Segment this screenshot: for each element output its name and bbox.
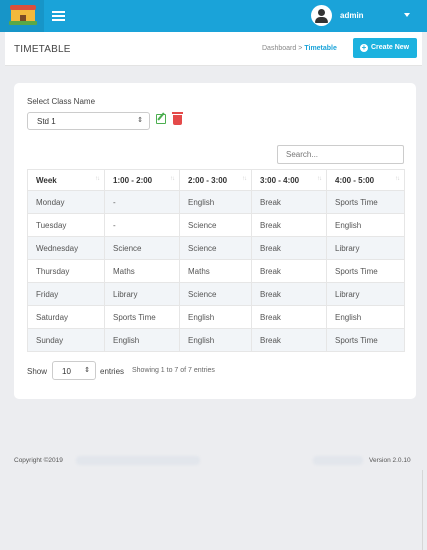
col-header-slot-2[interactable]: 2:00 - 3:00 ↑↓ [179, 169, 252, 191]
table-row: Friday Library Science Break Library [27, 282, 405, 306]
table-cell: English [326, 213, 405, 237]
table-cell: Sports Time [104, 305, 180, 329]
create-new-label: Create New [371, 44, 410, 51]
table-cell: Library [326, 236, 405, 260]
table-cell: Break [251, 282, 327, 306]
class-select-value: Std 1 [37, 117, 56, 126]
menu-toggle-icon[interactable] [52, 11, 65, 21]
page-title: TIMETABLE [14, 44, 71, 55]
table-cell: English [104, 328, 180, 352]
table-cell: Library [104, 282, 180, 306]
table-cell: English [326, 305, 405, 329]
entries-label: entries [100, 367, 125, 376]
table-cell: Sports Time [326, 190, 405, 214]
table-row: Saturday Sports Time English Break Engli… [27, 305, 405, 329]
table-cell: English [179, 190, 252, 214]
plus-circle-icon: + [360, 43, 368, 52]
footer-copyright: Copyright ©2019 [14, 457, 63, 464]
class-select-label: Select Class Name [27, 97, 96, 106]
table-cell: Science [179, 236, 252, 260]
table-cell: Break [251, 236, 327, 260]
table-cell: Break [251, 190, 327, 214]
blurred-footer-text [313, 456, 363, 465]
table-cell: English [179, 328, 252, 352]
sort-icon: ↑↓ [170, 176, 175, 182]
class-select[interactable]: Std 1 ⇕ [27, 112, 150, 130]
updown-arrows-icon: ⇕ [137, 117, 143, 124]
top-navbar: admin [0, 0, 427, 32]
table-cell: Wednesday [27, 236, 105, 260]
page-length-select[interactable]: 10 ⇕ [52, 361, 96, 380]
table-cell: Science [179, 282, 252, 306]
table-cell: Break [251, 328, 327, 352]
search-input[interactable] [277, 145, 404, 164]
col-header-week[interactable]: Week ↑↓ [27, 169, 105, 191]
avatar-body [315, 17, 328, 23]
table-cell: Break [251, 259, 327, 283]
table-cell: Friday [27, 282, 105, 306]
school-logo[interactable] [0, 0, 44, 32]
table-row: Sunday English English Break Sports Time [27, 328, 405, 352]
table-info: Showing 1 to 7 of 7 entries [132, 367, 215, 374]
page-header: TIMETABLE Dashboard > Timetable + Create N… [5, 32, 422, 66]
footer-version: Version 2.0.10 [369, 457, 411, 464]
sort-icon: ↑↓ [395, 176, 400, 182]
table-row: Thursday Maths Maths Break Sports Time [27, 259, 405, 283]
sort-icon: ↑↓ [317, 176, 322, 182]
show-label: Show [27, 367, 48, 376]
divider [422, 470, 423, 550]
table-row: Monday - English Break Sports Time [27, 190, 405, 214]
avatar-head [318, 9, 325, 16]
table-cell: Sports Time [326, 259, 405, 283]
timetable-table: Week ↑↓ 1:00 - 2:00 ↑↓ 2:00 - 3:00 ↑↓ 3:00 … [27, 169, 405, 352]
table-cell: Thursday [27, 259, 105, 283]
page-length-value: 10 [62, 367, 71, 376]
blurred-footer-text [76, 456, 200, 465]
trash-icon[interactable] [172, 112, 183, 125]
create-new-button[interactable]: + Create New [353, 38, 417, 58]
logo-grass [9, 21, 37, 25]
table-cell: Science [179, 213, 252, 237]
breadcrumb-separator: > [298, 45, 303, 52]
table-cell: Sunday [27, 328, 105, 352]
sort-icon: ↑↓ [242, 176, 247, 182]
timetable-card: Select Class Name Std 1 ⇕ Week↑↓ 1:00 - … [14, 83, 416, 399]
breadcrumb-current: Timetable [304, 45, 337, 52]
table-cell: Monday [27, 190, 105, 214]
col-header-slot-4[interactable]: 4:00 - 5:00 ↑↓ [326, 169, 405, 191]
table-cell: Library [326, 282, 405, 306]
logo-roof [10, 5, 36, 10]
sort-icon: ↑↓ [95, 176, 100, 182]
table-cell: Tuesday [27, 213, 105, 237]
edit-icon[interactable] [156, 114, 166, 124]
updown-arrows-icon: ⇕ [84, 367, 90, 374]
table-cell: Maths [104, 259, 180, 283]
user-name[interactable]: admin [340, 11, 364, 20]
col-header-slot-1[interactable]: 1:00 - 2:00 ↑↓ [104, 169, 180, 191]
breadcrumb-dashboard[interactable]: Dashboard [262, 45, 296, 52]
table-cell: Saturday [27, 305, 105, 329]
table-row: Wednesday Science Science Break Library [27, 236, 405, 260]
table-header-row: Week ↑↓ 1:00 - 2:00 ↑↓ 2:00 - 3:00 ↑↓ 3:00 … [27, 169, 405, 191]
table-row: Tuesday - Science Break English [27, 213, 405, 237]
table-cell: Science [104, 236, 180, 260]
user-menu-chevron-down-icon[interactable] [404, 13, 410, 17]
breadcrumb: Dashboard > Timetable [262, 45, 337, 52]
table-cell: - [104, 213, 180, 237]
table-cell: - [104, 190, 180, 214]
table-cell: Break [251, 213, 327, 237]
col-header-slot-3[interactable]: 3:00 - 4:00 ↑↓ [251, 169, 327, 191]
table-cell: English [179, 305, 252, 329]
table-cell: Sports Time [326, 328, 405, 352]
table-cell: Maths [179, 259, 252, 283]
table-cell: Break [251, 305, 327, 329]
user-avatar[interactable] [311, 5, 332, 26]
